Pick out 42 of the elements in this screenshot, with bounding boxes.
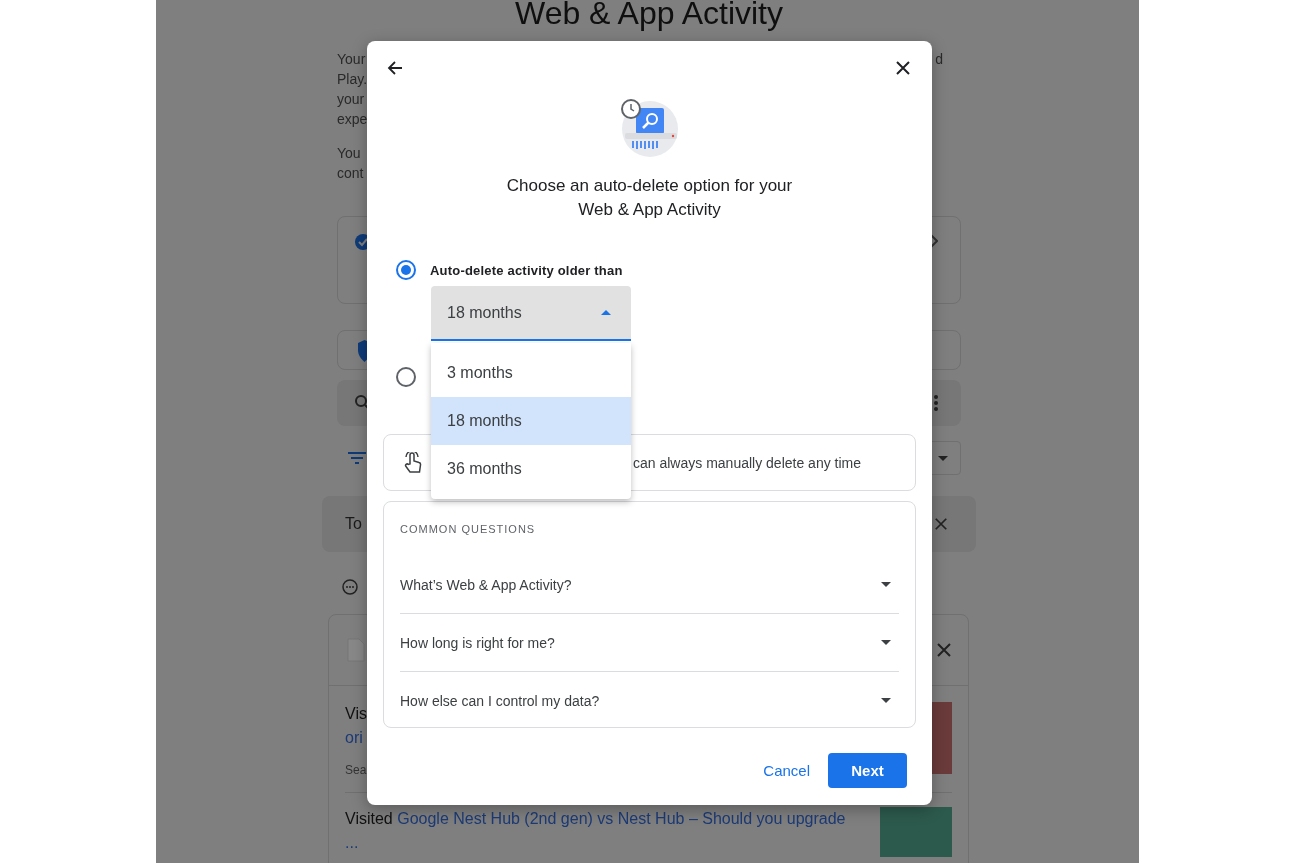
more-vertical-icon[interactable] [934, 395, 938, 411]
close-icon[interactable] [895, 60, 911, 76]
question-row[interactable]: How long is right for me? [400, 614, 899, 672]
next-button[interactable]: Next [828, 753, 907, 788]
radio-button[interactable] [396, 367, 416, 387]
clock-icon [342, 579, 358, 595]
dropdown[interactable]: 18 months [431, 286, 631, 341]
cancel-button[interactable]: Cancel [759, 753, 814, 788]
caret-icon [601, 310, 611, 315]
paragraph-text: your [337, 90, 365, 109]
filter-icon[interactable] [348, 452, 366, 464]
activity-meta: Sea [345, 762, 367, 778]
hand-pointer-icon [403, 451, 423, 474]
photo-placeholder [930, 702, 952, 774]
option-label[interactable]: Auto-delete activity older than [430, 262, 623, 278]
question-text: What’s Web & App Activity? [400, 576, 572, 593]
photo-placeholder [880, 807, 952, 857]
menu-item[interactable]: 36 months [431, 445, 631, 493]
paragraph-text: You [337, 144, 361, 163]
section-heading: COMMON QUESTIONS [400, 522, 537, 536]
shredder-drawing [618, 98, 681, 158]
question-text: How long is right for me? [400, 634, 555, 651]
activity-title: Vis [345, 704, 367, 724]
question-row[interactable]: How else can I control my data? [400, 672, 899, 729]
dialog-title: Choose an auto-delete option for your Web & App Activity [505, 175, 794, 221]
question-row[interactable]: What’s Web & App Activity? [400, 556, 899, 614]
radio-button[interactable] [396, 260, 416, 280]
page-title: Web & App Activity [514, 0, 784, 30]
info-text: can always manually delete any time [633, 454, 861, 471]
question-text: How else can I control my data? [400, 692, 600, 709]
paragraph-text: Play. [337, 70, 368, 89]
paragraph-text: expe [337, 110, 368, 129]
banner-text: To [345, 515, 362, 533]
back-arrow-icon[interactable] [387, 60, 403, 76]
menu-item[interactable]: 18 months [431, 397, 631, 445]
caret-down-icon [938, 455, 948, 461]
activity-title: Visited Google Nest Hub (2nd gen) vs Nest Hub – Should you upgrade [345, 809, 846, 829]
document-icon [347, 638, 365, 662]
paragraph-text: d [935, 50, 943, 69]
paragraph-text: cont [337, 164, 364, 183]
paragraph-text: Your [337, 50, 366, 69]
menu-item[interactable]: 3 months [431, 349, 631, 397]
